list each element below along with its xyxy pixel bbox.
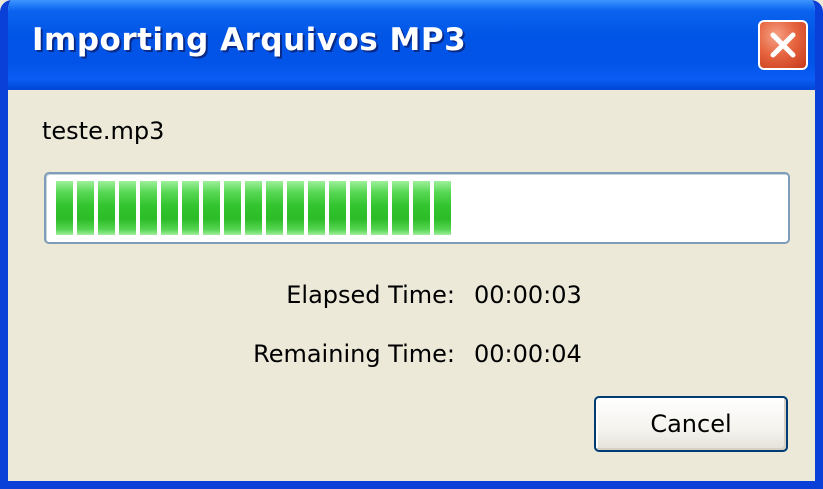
window-title: Importing Arquivos MP3 [32, 22, 467, 58]
progress-block [203, 181, 220, 235]
cancel-button[interactable]: Cancel [594, 396, 788, 452]
close-button[interactable] [758, 20, 808, 70]
progress-fill [56, 181, 451, 235]
remaining-time-label: Remaining Time: [253, 340, 455, 368]
progress-block [266, 181, 283, 235]
progress-block [77, 181, 94, 235]
progress-block [161, 181, 178, 235]
progress-block [182, 181, 199, 235]
dialog-body: teste.mp3 Elapsed Time: 00:00:03 Remaini… [8, 90, 815, 481]
progress-block [287, 181, 304, 235]
close-icon [770, 32, 796, 58]
progress-block [140, 181, 157, 235]
progress-block [245, 181, 262, 235]
progress-block [308, 181, 325, 235]
elapsed-time-value: 00:00:03 [474, 281, 582, 309]
progress-block [98, 181, 115, 235]
title-bar[interactable]: Importing Arquivos MP3 [8, 0, 815, 90]
progress-block [119, 181, 136, 235]
progress-block [56, 181, 73, 235]
elapsed-time-label: Elapsed Time: [286, 281, 455, 309]
import-dialog: Importing Arquivos MP3 teste.mp3 Elapsed… [0, 0, 823, 489]
progress-block [434, 181, 451, 235]
progress-block [350, 181, 367, 235]
remaining-time-value: 00:00:04 [474, 340, 582, 368]
progress-block [329, 181, 346, 235]
import-progress-bar [44, 172, 790, 244]
progress-block [392, 181, 409, 235]
progress-block [371, 181, 388, 235]
progress-block [224, 181, 241, 235]
current-file-name: teste.mp3 [42, 117, 165, 145]
progress-block [413, 181, 430, 235]
